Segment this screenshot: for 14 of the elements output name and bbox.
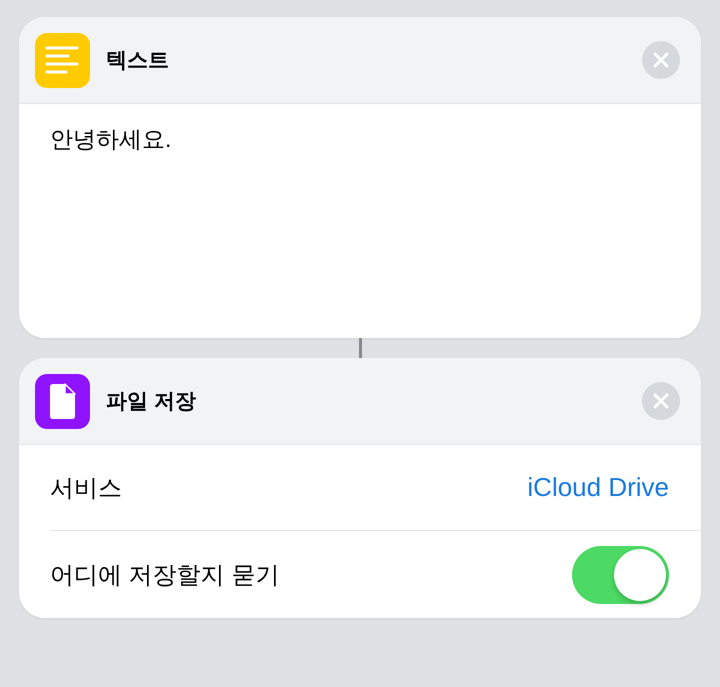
remove-button[interactable] [642, 41, 680, 79]
remove-button[interactable] [642, 382, 680, 420]
close-icon [653, 52, 669, 68]
setting-label: 서비스 [50, 474, 122, 504]
setting-label: 어디에 저장할지 묻기 [50, 560, 280, 590]
service-picker[interactable]: iCloud Drive [527, 472, 669, 503]
toggle-switch[interactable] [572, 546, 669, 604]
connector-line [358, 338, 362, 358]
text-lines-icon [35, 32, 90, 88]
action-title: 파일 저장 [106, 389, 197, 415]
action-title: 텍스트 [106, 48, 170, 74]
document-icon [35, 374, 90, 428]
text-field[interactable]: 안녕하세요. [19, 104, 701, 338]
close-icon [653, 393, 669, 409]
